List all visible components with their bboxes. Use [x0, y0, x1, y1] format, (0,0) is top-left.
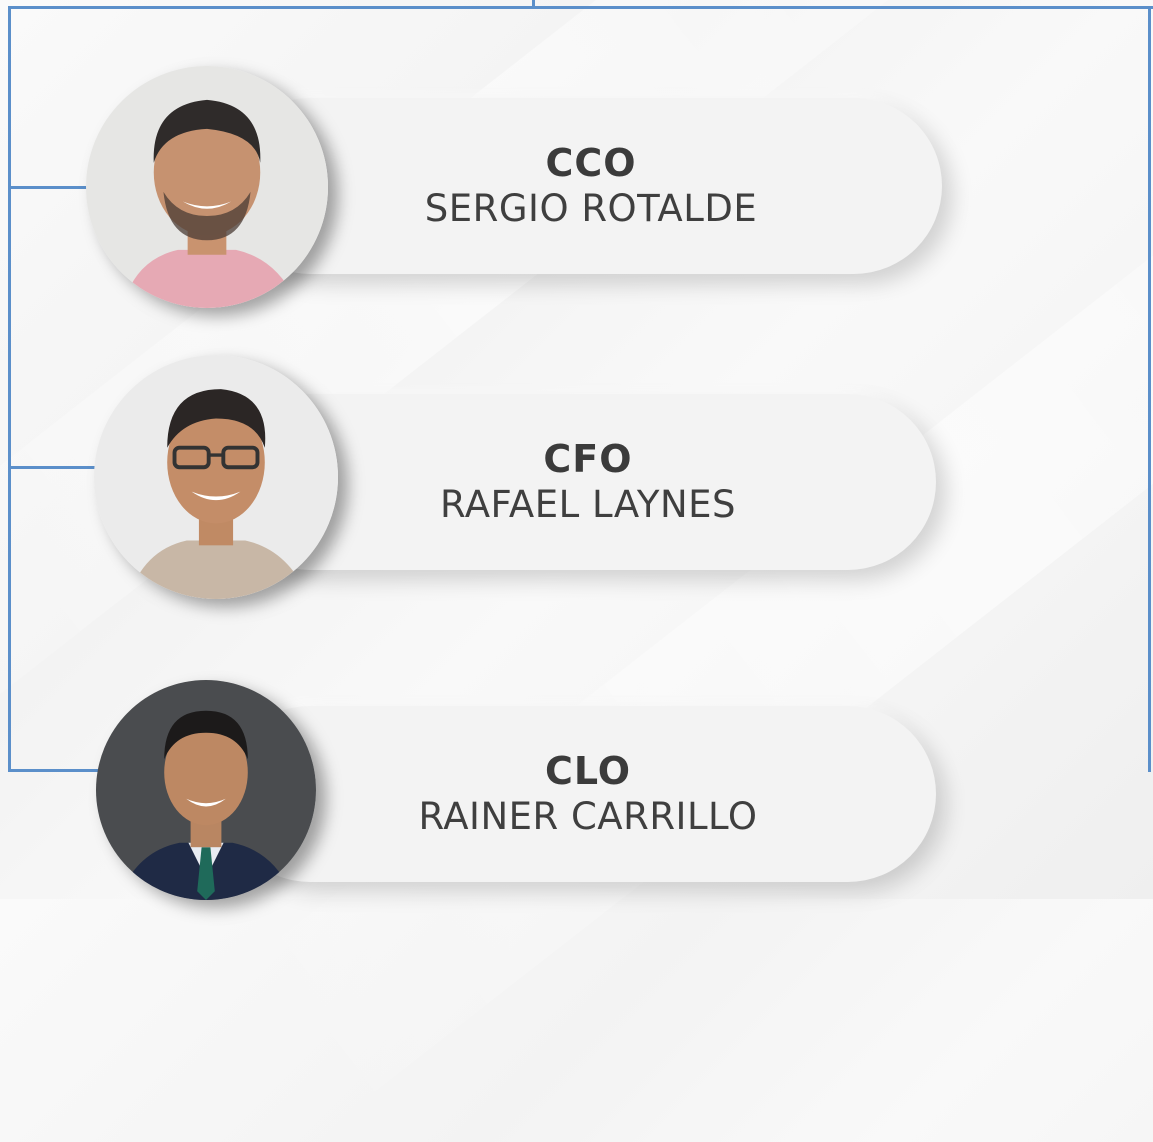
member-card-cco: CCO SERGIO ROTALDE [222, 98, 942, 274]
avatar-rainer-carrillo [96, 680, 316, 900]
avatar-sergio-rotalde [86, 66, 328, 308]
connector-left [8, 6, 11, 772]
member-role: CCO [545, 141, 637, 185]
person-photo-icon [86, 66, 328, 308]
connector-branch-2 [8, 466, 98, 469]
avatar-rafael-laynes [94, 355, 338, 599]
connector-right [1148, 6, 1151, 772]
connector-top-stub [532, 0, 535, 8]
member-name: RAINER CARRILLO [418, 795, 758, 838]
member-role: CLO [544, 749, 632, 793]
person-photo-icon [96, 680, 316, 900]
connector-branch-3 [8, 769, 106, 772]
member-card-clo: CLO RAINER CARRILLO [222, 706, 936, 882]
person-photo-icon [94, 355, 338, 599]
connector-branch-1 [8, 186, 88, 189]
member-name: SERGIO ROTALDE [424, 187, 758, 230]
connector-top [8, 6, 1153, 9]
member-name: RAFAEL LAYNES [439, 483, 736, 526]
member-role: CFO [543, 437, 633, 481]
